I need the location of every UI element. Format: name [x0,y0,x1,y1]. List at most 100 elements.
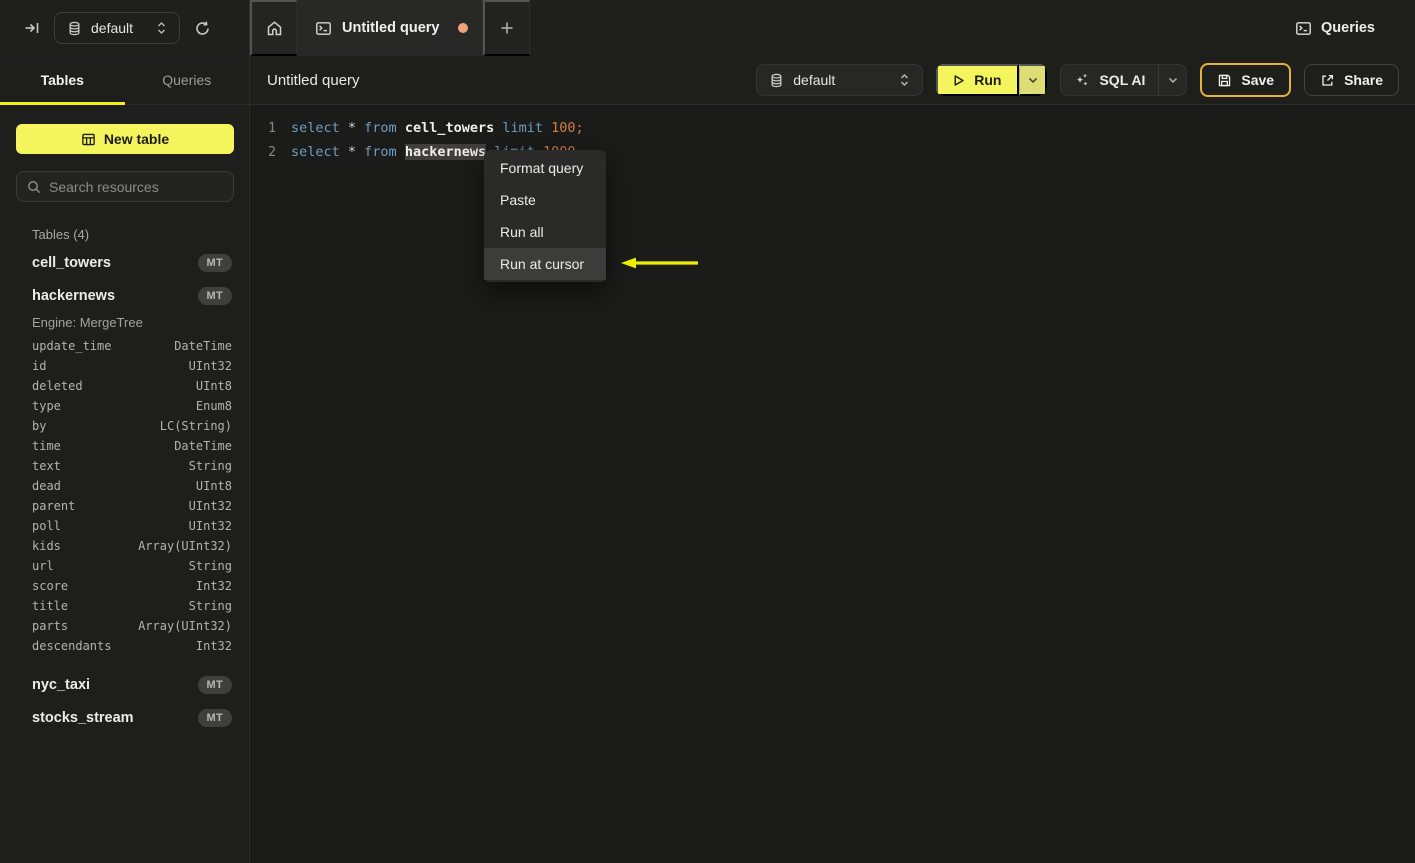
column-name: score [32,579,69,593]
column-name: time [32,439,61,453]
column-type: Array(UInt32) [138,619,232,633]
new-tab-button[interactable] [483,0,530,56]
table-row[interactable]: stocks_stream MT [0,701,249,734]
topbar-database-value: default [91,20,134,36]
editor-context-menu: Format query Paste Run all Run at cursor [484,150,606,282]
sidebar-collapse-button[interactable] [24,20,40,36]
queries-button[interactable]: Queries [1295,0,1415,56]
sidebar-tab-tables[interactable]: Tables [0,56,125,104]
table-engine-badge: MT [197,286,232,305]
share-icon [1320,73,1335,88]
save-button-label: Save [1241,72,1275,88]
share-button-label: Share [1344,72,1383,88]
column-name: descendants [32,639,112,653]
context-menu-item[interactable]: Format query [484,152,606,184]
topbar-database-selector[interactable]: default [54,12,181,44]
run-button[interactable]: Run [936,64,1020,96]
sql-ai-options-button[interactable] [1158,65,1186,95]
column-name: kids [32,539,61,553]
column-row: kids Array(UInt32) [0,536,249,556]
refresh-button[interactable] [194,20,211,37]
table-name: hackernews [32,287,116,304]
tables-section-label: Tables (4) [32,227,90,242]
column-type: Int32 [195,639,232,653]
column-row: url String [0,556,249,576]
query-header-controls: default Run SQL AI Save Share [756,63,1399,97]
column-type: String [188,459,232,473]
column-name: text [32,459,61,473]
chevron-down-icon [1168,77,1178,84]
table-list: cell_towers MT hackernews MT Engine: Mer… [0,246,249,734]
run-options-button[interactable] [1019,64,1048,96]
context-menu-item[interactable]: Run all [484,216,606,248]
tab-untitled-query[interactable]: Untitled query [297,0,483,56]
sql-ai-button-group: SQL AI [1060,64,1188,96]
column-type: Enum8 [195,399,232,413]
play-icon [952,74,965,87]
new-table-label: New table [103,131,170,147]
column-type: LC(String) [159,419,232,433]
column-type: UInt8 [195,479,232,493]
query-database-selector[interactable]: default [756,64,924,96]
code-token: from [364,120,397,136]
table-engine-badge: MT [197,253,232,272]
context-menu-item[interactable]: Run at cursor [484,248,606,280]
save-button[interactable]: Save [1200,63,1292,97]
chevron-down-icon [1028,77,1038,84]
search-input[interactable] [49,178,230,195]
column-type: UInt32 [188,499,232,513]
column-name: update_time [32,339,112,353]
column-name: dead [32,479,61,493]
chevron-updown-icon [156,21,167,35]
run-button-group: Run [936,64,1048,96]
database-icon [769,73,784,88]
column-name: title [32,599,69,613]
chevron-updown-icon [899,73,910,87]
search-icon [27,180,41,194]
column-type: UInt32 [188,519,232,533]
table-grid-icon [81,132,96,147]
query-title: Untitled query [267,71,360,89]
column-row: type Enum8 [0,396,249,416]
sql-ai-button[interactable]: SQL AI [1061,65,1158,95]
line-number: 2 [268,144,276,160]
refresh-icon [194,20,211,37]
sidebar-tab-queries[interactable]: Queries [125,56,250,104]
share-button[interactable]: Share [1304,64,1399,96]
column-name: poll [32,519,61,533]
new-table-button[interactable]: New table [16,124,234,154]
search-box [16,171,234,202]
column-row: parent UInt32 [0,496,249,516]
column-type: Array(UInt32) [138,539,232,553]
sql-editor[interactable]: 1 select * from cell_towers limit 100; 2… [250,105,1415,164]
sparkles-icon [1074,72,1090,88]
column-type: UInt32 [188,359,232,373]
table-row[interactable]: cell_towers MT [0,246,249,279]
code-token: select [291,120,340,136]
database-icon [67,21,82,36]
column-row: update_time DateTime [0,336,249,356]
sql-ai-label: SQL AI [1099,72,1146,88]
column-name: parts [32,619,69,633]
table-row[interactable]: nyc_taxi MT [0,668,249,701]
active-tab-underline [0,102,125,105]
sidebar-collapse-icon [24,20,40,36]
home-icon [266,20,283,37]
column-row: text String [0,456,249,476]
column-row: dead UInt8 [0,476,249,496]
context-menu-item[interactable]: Paste [484,184,606,216]
list-gap [0,656,249,668]
run-button-label: Run [974,72,1002,88]
column-type: DateTime [174,439,232,453]
column-name: type [32,399,61,413]
column-row: parts Array(UInt32) [0,616,249,636]
code-token: 100; [551,120,584,136]
home-button[interactable] [250,0,297,56]
column-name: by [32,419,47,433]
table-name: cell_towers [32,254,111,271]
table-row[interactable]: hackernews MT [0,279,249,312]
topbar-left-section: default [0,0,250,56]
